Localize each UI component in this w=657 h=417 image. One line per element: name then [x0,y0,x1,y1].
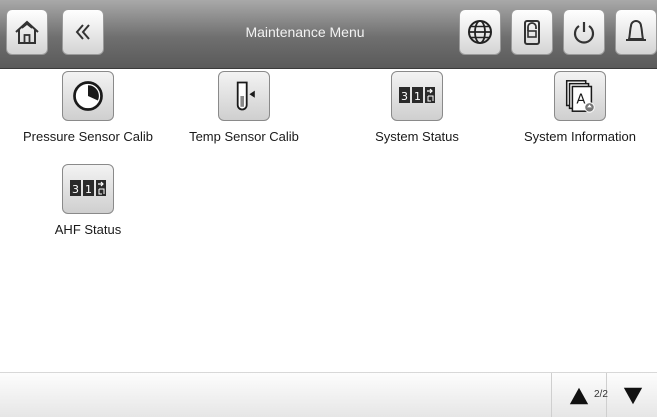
status-counter-icon: 3 1 [399,87,435,103]
triangle-down-icon [623,387,643,405]
top-bar: Maintenance Menu [0,0,657,69]
maintenance-screen: Maintenance Menu Pressure Sensor Calib T… [0,0,657,417]
tile-label: System Information [524,129,636,144]
status-counter-icon: 3 1 [70,180,106,196]
counter-digit: 1 [414,90,421,103]
divider [551,373,552,417]
power-button[interactable] [563,9,605,55]
tile-label: Temp Sensor Calib [189,129,299,144]
counter-digit: 1 [85,183,92,196]
alarm-button[interactable] [615,9,657,55]
lock-icon [524,20,540,45]
globe-icon [468,20,492,44]
bottom-bar: 2/2 [0,372,657,417]
page-title: Maintenance Menu [245,24,365,40]
system-information-button[interactable]: A [554,71,606,121]
lock-button[interactable] [511,9,553,55]
power-icon [573,22,595,44]
home-button[interactable] [6,9,48,55]
tile-label: AHF Status [54,222,122,237]
tile-system-status[interactable]: 3 1 System Status [342,71,492,144]
double-chevron-left-icon [75,24,90,40]
temp-sensor-calib-button[interactable] [218,71,270,121]
pressure-sensor-calib-button[interactable] [62,71,114,121]
language-button[interactable] [459,9,501,55]
tile-ahf-status[interactable]: 3 1 AHF Status [13,164,163,237]
counter-digit: 3 [72,183,79,196]
page-up-button[interactable] [564,381,594,411]
home-icon [15,20,39,44]
system-status-button[interactable]: 3 1 [391,71,443,121]
pressure-gauge-icon [73,81,103,111]
tile-system-information[interactable]: A System Information [505,71,655,144]
tile-label: Pressure Sensor Calib [22,129,154,144]
thermometer-icon [236,81,255,111]
tile-temp-sensor-calib[interactable]: Temp Sensor Calib [169,71,319,144]
back-button[interactable] [62,9,104,55]
documents-icon: A [565,80,595,113]
tile-label: System Status [375,129,459,144]
tile-pressure-sensor-calib[interactable]: Pressure Sensor Calib [13,71,163,144]
svg-text:A: A [576,93,585,108]
ahf-status-button[interactable]: 3 1 [62,164,114,214]
triangle-up-icon [569,387,589,405]
page-down-button[interactable] [618,381,648,411]
page-indicator: 2/2 [594,389,608,400]
counter-digit: 3 [401,90,408,103]
bell-icon [626,20,646,41]
